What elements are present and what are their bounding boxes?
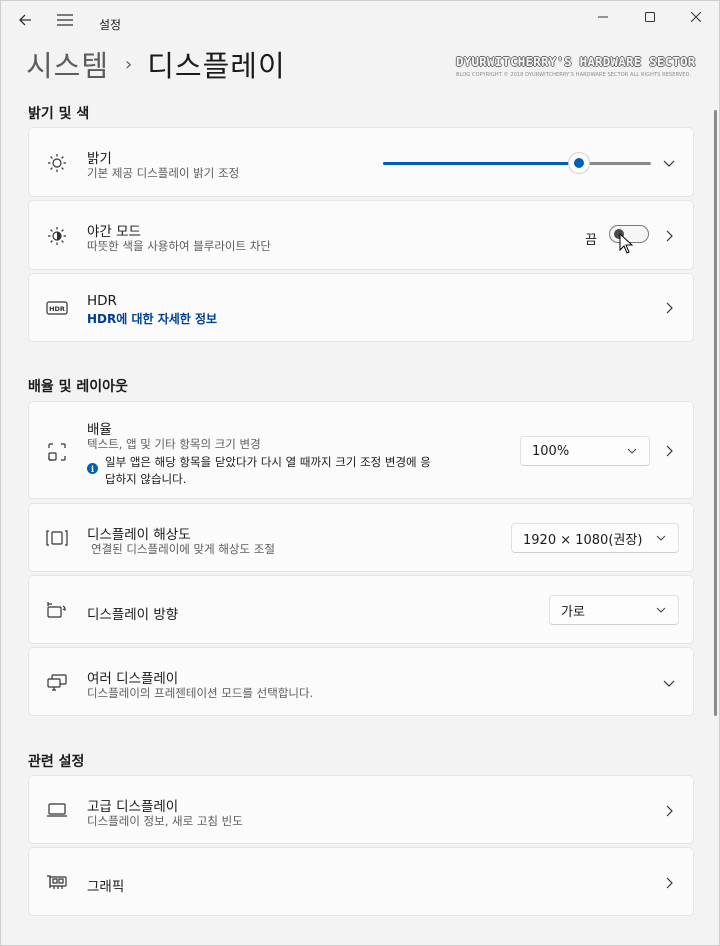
night-mode-subtitle: 따뜻한 색을 사용하여 블루라이트 차단 bbox=[87, 239, 271, 253]
section-header-scale-layout: 배율 및 레이아웃 bbox=[28, 379, 128, 395]
scale-title: 배율 bbox=[87, 422, 112, 438]
navigation-menu-button[interactable] bbox=[48, 6, 82, 34]
brightness-sun-icon bbox=[45, 151, 69, 175]
slider-thumb[interactable] bbox=[568, 153, 589, 173]
scale-icon bbox=[45, 440, 69, 464]
advanced-display-title: 고급 디스플레이 bbox=[87, 799, 179, 815]
resolution-subtitle: 연결된 디스플레이에 맞게 해상도 조절 bbox=[91, 542, 275, 556]
toggle-state-label: 끔 bbox=[585, 233, 597, 248]
hdr-title: HDR bbox=[87, 293, 117, 309]
scale-info-line1: 일부 앱은 해당 항목을 닫았다가 다시 열 때까지 크기 조정 변경에 응 bbox=[105, 455, 431, 469]
brightness-slider[interactable] bbox=[383, 153, 651, 173]
chevron-right-icon[interactable] bbox=[661, 443, 677, 459]
night-mode-title: 야간 모드 bbox=[87, 224, 141, 240]
title-bar: 설정 bbox=[0, 0, 720, 40]
orientation-card[interactable]: 디스플레이 방향 가로 bbox=[28, 575, 694, 644]
close-button[interactable] bbox=[673, 0, 719, 34]
minimize-icon bbox=[598, 16, 608, 18]
maximize-button[interactable] bbox=[627, 0, 673, 34]
scale-subtitle: 텍스트, 앱 및 기타 항목의 크기 변경 bbox=[87, 437, 261, 451]
back-button[interactable] bbox=[8, 6, 42, 34]
graphics-card-icon bbox=[45, 870, 69, 894]
orientation-title: 디스플레이 방향 bbox=[87, 607, 179, 623]
scrollbar[interactable] bbox=[714, 110, 717, 716]
watermark: DYURWITCHERRY'S HARDWARE SECTOR BLOG COP… bbox=[456, 54, 696, 78]
advanced-display-subtitle: 디스플레이 정보, 새로 고침 빈도 bbox=[87, 814, 243, 828]
advanced-display-card[interactable]: 고급 디스플레이 디스플레이 정보, 새로 고침 빈도 bbox=[28, 775, 694, 844]
hdr-info-link[interactable]: HDR에 대한 자세한 정보 bbox=[87, 310, 217, 327]
chevron-right-icon[interactable] bbox=[661, 803, 677, 819]
hamburger-icon bbox=[57, 14, 73, 26]
chevron-right-icon[interactable] bbox=[661, 300, 677, 316]
resolution-dropdown[interactable]: 1920 × 1080(권장) bbox=[511, 523, 679, 553]
orientation-dropdown-value: 가로 bbox=[561, 604, 585, 620]
chevron-right-icon[interactable] bbox=[661, 875, 677, 891]
night-mode-card[interactable]: 야간 모드 따뜻한 색을 사용하여 블루라이트 차단 끔 bbox=[28, 200, 694, 270]
back-arrow-icon bbox=[19, 14, 31, 26]
resolution-title: 디스플레이 해상도 bbox=[87, 527, 191, 543]
expand-chevron-down-icon[interactable] bbox=[661, 155, 677, 171]
multiple-displays-subtitle: 디스플레이의 프레젠테이션 모드를 선택합니다. bbox=[87, 686, 314, 700]
hdr-card[interactable]: HDR HDR HDR에 대한 자세한 정보 bbox=[28, 273, 694, 342]
expand-chevron-down-icon[interactable] bbox=[661, 675, 677, 691]
orientation-icon bbox=[45, 598, 69, 622]
orientation-dropdown[interactable]: 가로 bbox=[549, 595, 679, 625]
section-header-brightness-color: 밝기 및 색 bbox=[28, 106, 90, 122]
watermark-title: DYURWITCHERRY'S HARDWARE SECTOR bbox=[456, 54, 696, 69]
brightness-subtitle: 기본 제공 디스플레이 밝기 조정 bbox=[87, 166, 240, 180]
chevron-right-icon[interactable] bbox=[661, 228, 677, 244]
scale-dropdown[interactable]: 100% bbox=[520, 436, 650, 466]
hdr-icon: HDR bbox=[45, 296, 69, 320]
minimize-button[interactable] bbox=[580, 0, 626, 34]
brightness-card[interactable]: 밝기 기본 제공 디스플레이 밝기 조정 bbox=[28, 127, 694, 197]
graphics-card[interactable]: 그래픽 bbox=[28, 847, 694, 916]
breadcrumb: 시스템 › 디스플레이 bbox=[26, 42, 286, 86]
page-title: 디스플레이 bbox=[147, 49, 286, 83]
scale-dropdown-value: 100% bbox=[532, 443, 570, 459]
night-light-icon bbox=[45, 224, 69, 248]
scale-info-line2: 답하지 않습니다. bbox=[105, 472, 187, 486]
multiple-displays-title: 여러 디스플레이 bbox=[87, 671, 179, 687]
info-icon: i bbox=[87, 463, 98, 474]
chevron-down-icon bbox=[656, 607, 666, 613]
breadcrumb-separator: › bbox=[125, 53, 134, 75]
slider-fill bbox=[383, 162, 579, 165]
chevron-down-icon bbox=[627, 448, 637, 454]
resolution-card[interactable]: 디스플레이 해상도 연결된 디스플레이에 맞게 해상도 조절 1920 × 10… bbox=[28, 503, 694, 572]
watermark-subtitle: BLOG COPYRIGHT © 2018 DYURWITCHERRY'S HA… bbox=[456, 72, 692, 78]
graphics-title: 그래픽 bbox=[87, 879, 125, 895]
chevron-down-icon bbox=[656, 535, 666, 541]
section-header-related: 관련 설정 bbox=[28, 754, 85, 770]
breadcrumb-parent[interactable]: 시스템 bbox=[26, 43, 109, 85]
maximize-icon bbox=[645, 12, 655, 22]
brightness-title: 밝기 bbox=[87, 151, 112, 167]
scale-card[interactable]: 배율 텍스트, 앱 및 기타 항목의 크기 변경 i 일부 앱은 해당 항목을 … bbox=[28, 401, 694, 499]
close-icon bbox=[691, 12, 701, 22]
scale-info-text: 일부 앱은 해당 항목을 닫았다가 다시 열 때까지 크기 조정 변경에 응 답… bbox=[105, 454, 495, 488]
resolution-dropdown-value: 1920 × 1080(권장) bbox=[523, 532, 643, 548]
app-title: 설정 bbox=[99, 18, 122, 32]
hdr-icon-text: HDR bbox=[49, 305, 65, 313]
mouse-cursor-icon bbox=[619, 233, 633, 254]
resolution-icon bbox=[45, 526, 69, 550]
multiple-displays-card[interactable]: 여러 디스플레이 디스플레이의 프레젠테이션 모드를 선택합니다. bbox=[28, 647, 694, 716]
multiple-displays-icon bbox=[45, 670, 69, 694]
laptop-icon bbox=[45, 798, 69, 822]
